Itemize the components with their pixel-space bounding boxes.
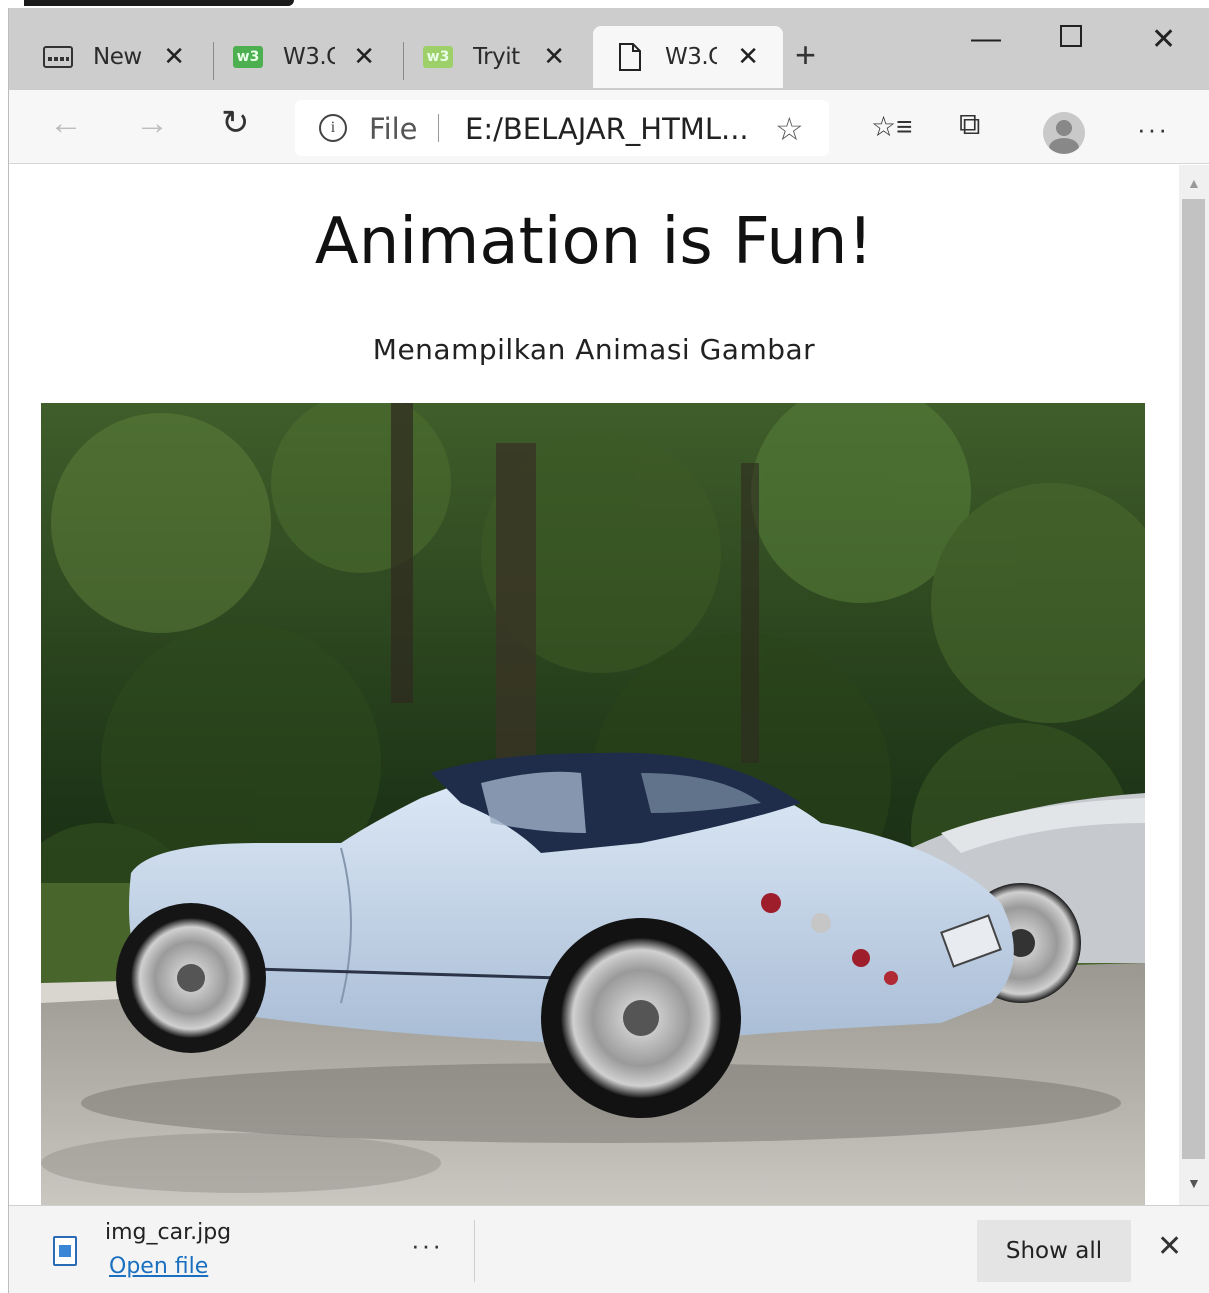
close-download-bar-icon[interactable]: ✕ xyxy=(1157,1232,1182,1262)
document-icon xyxy=(615,43,645,71)
image-file-icon xyxy=(53,1236,77,1266)
info-icon[interactable]: i xyxy=(319,114,347,142)
car-photo xyxy=(41,403,1145,1205)
tab-w3c-active[interactable]: W3.C ✕ xyxy=(593,26,783,88)
show-all-button[interactable]: Show all xyxy=(977,1220,1131,1282)
address-separator xyxy=(438,114,439,142)
download-filename: img_car.jpg xyxy=(105,1220,232,1245)
close-tab-icon[interactable]: ✕ xyxy=(353,44,375,70)
page-viewport: Animation is Fun! Menampilkan Animasi Ga… xyxy=(9,165,1209,1205)
maximize-button[interactable] xyxy=(1059,22,1083,56)
close-tab-icon[interactable]: ✕ xyxy=(737,44,759,70)
w3schools-icon: w3 xyxy=(423,45,453,69)
refresh-button[interactable]: ↻ xyxy=(221,106,250,140)
close-tab-icon[interactable]: ✕ xyxy=(163,44,185,70)
desktop-background-edge xyxy=(0,0,1209,8)
collections-icon[interactable]: ⧉ xyxy=(959,108,980,142)
address-scheme: File xyxy=(369,112,418,146)
page-subtitle: Menampilkan Animasi Gambar xyxy=(372,333,816,366)
browser-window: New t ✕ w3 W3.C ✕ w3 Tryit E ✕ W3.C ✕ + … xyxy=(8,8,1209,1293)
tab-label: New t xyxy=(93,44,145,70)
download-bar: img_car.jpg Open file ··· Show all ✕ xyxy=(9,1205,1209,1293)
newtab-page-icon xyxy=(43,45,73,69)
forward-button[interactable]: → xyxy=(135,106,169,140)
tab-new-tab[interactable]: New t ✕ xyxy=(9,26,209,88)
page-title: Animation is Fun! xyxy=(314,205,874,279)
close-tab-icon[interactable]: ✕ xyxy=(543,44,565,70)
tab-strip: New t ✕ w3 W3.C ✕ w3 Tryit E ✕ W3.C ✕ + … xyxy=(9,8,1209,90)
open-file-link[interactable]: Open file xyxy=(109,1254,208,1279)
vertical-scrollbar[interactable]: ▲ ▼ xyxy=(1179,165,1209,1205)
tab-label: W3.C xyxy=(665,44,717,70)
scroll-up-arrow-icon[interactable]: ▲ xyxy=(1187,175,1201,191)
browser-toolbar: ← → ↻ i File E:/BELAJAR_HTML... ☆ ☆≡ ⧉ ·… xyxy=(9,90,1209,164)
maximize-icon xyxy=(1060,25,1082,47)
new-tab-button[interactable]: + xyxy=(795,34,816,76)
download-divider xyxy=(474,1220,475,1282)
tab-label: W3.C xyxy=(283,44,335,70)
tab-tryit-editor[interactable]: w3 Tryit E ✕ xyxy=(389,26,589,88)
scrollbar-thumb[interactable] xyxy=(1182,199,1205,1159)
add-favorite-star-icon[interactable]: ☆ xyxy=(775,110,804,148)
address-url[interactable]: E:/BELAJAR_HTML... xyxy=(465,112,749,146)
download-more-button[interactable]: ··· xyxy=(411,1230,443,1261)
tab-label: Tryit E xyxy=(473,44,525,70)
profile-avatar[interactable] xyxy=(1043,112,1085,154)
favorites-icon[interactable]: ☆≡ xyxy=(871,110,912,144)
w3schools-icon: w3 xyxy=(233,45,263,69)
back-button[interactable]: ← xyxy=(49,106,83,140)
address-bar[interactable]: i File E:/BELAJAR_HTML... ☆ xyxy=(295,100,829,156)
scroll-down-arrow-icon[interactable]: ▼ xyxy=(1187,1175,1201,1191)
tab-w3c-1[interactable]: w3 W3.C ✕ xyxy=(199,26,399,88)
close-window-button[interactable]: ✕ xyxy=(1151,22,1176,57)
settings-menu-button[interactable]: ··· xyxy=(1137,112,1169,146)
minimize-button[interactable]: — xyxy=(971,22,1001,56)
